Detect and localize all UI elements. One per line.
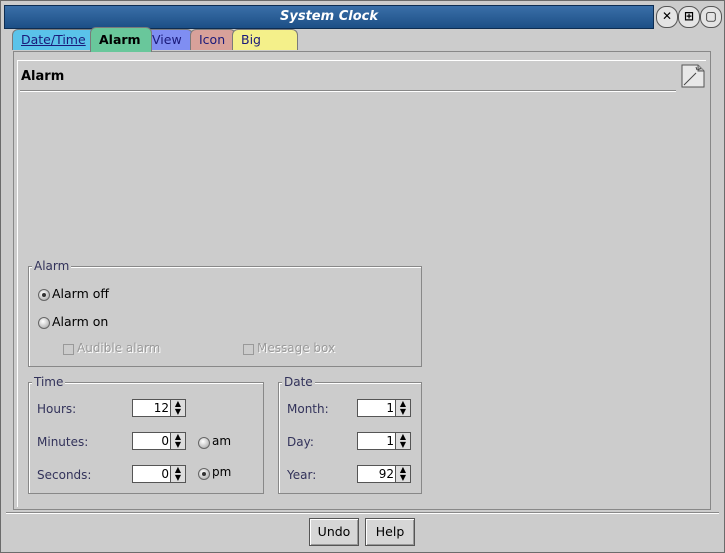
day-value: 1 <box>386 434 394 448</box>
bottom-separator <box>6 512 719 514</box>
maximize-icon[interactable]: ▢ <box>700 6 722 28</box>
message-box-checkbox[interactable] <box>243 344 254 355</box>
month-label: Month: <box>287 402 329 416</box>
audible-alarm-checkbox[interactable] <box>63 344 74 355</box>
year-spinbox[interactable]: 92 ▲ ▼ <box>357 465 411 483</box>
seconds-value: 0 <box>161 467 169 481</box>
tab-date-time[interactable]: Date/Time <box>12 29 102 50</box>
alarm-on-label[interactable]: Alarm on <box>52 314 108 329</box>
minutes-label: Minutes: <box>37 435 89 449</box>
alarm-group-legend: Alarm <box>32 259 72 273</box>
hours-value: 12 <box>153 401 169 415</box>
page-turn-icon[interactable] <box>681 64 705 88</box>
close-icon[interactable]: ✕ <box>656 6 678 28</box>
spin-arrows-icon[interactable]: ▲ ▼ <box>170 433 185 449</box>
help-button[interactable]: Help <box>365 518 415 546</box>
alarm-off-label[interactable]: Alarm off <box>52 286 109 301</box>
tab-label: Alarm <box>99 32 141 47</box>
minutes-value: 0 <box>161 434 169 448</box>
page-title: Alarm <box>21 69 65 84</box>
year-value: 92 <box>378 467 394 481</box>
day-spinbox[interactable]: 1 ▲ ▼ <box>357 432 411 450</box>
tab-label: Icon <box>199 32 226 47</box>
seconds-label: Seconds: <box>37 468 92 482</box>
minutes-spinbox[interactable]: 0 ▲ ▼ <box>132 432 186 450</box>
tab-big-icon[interactable]: Big icon <box>232 29 298 67</box>
alarm-on-radio[interactable] <box>38 317 50 329</box>
tab-label: Date/Time <box>21 32 86 47</box>
undo-button[interactable]: Undo <box>309 518 359 546</box>
window-title: System Clock <box>280 9 378 24</box>
date-group-legend: Date <box>282 375 315 389</box>
alarm-off-radio[interactable] <box>38 289 50 301</box>
spin-arrows-icon[interactable]: ▲ ▼ <box>170 466 185 482</box>
month-spinbox[interactable]: 1 ▲ ▼ <box>357 399 411 417</box>
spin-arrows-icon[interactable]: ▲ ▼ <box>395 433 410 449</box>
am-label[interactable]: am <box>212 434 231 448</box>
title-bar[interactable]: System Clock <box>4 5 654 29</box>
audible-alarm-label: Audible alarm <box>77 341 161 355</box>
pm-label[interactable]: pm <box>212 465 231 479</box>
message-box-label: Message box <box>257 341 336 355</box>
tab-label: View <box>152 32 182 47</box>
spin-arrows-icon[interactable]: ▲ ▼ <box>395 466 410 482</box>
am-radio[interactable] <box>198 437 210 449</box>
hours-spinbox[interactable]: 12 ▲ ▼ <box>132 399 186 417</box>
month-value: 1 <box>386 401 394 415</box>
time-group-legend: Time <box>32 375 66 389</box>
hours-label: Hours: <box>37 402 77 416</box>
pm-radio[interactable] <box>198 468 210 480</box>
tab-icon[interactable]: Icon <box>190 29 236 50</box>
restore-icon[interactable]: ⊞ <box>678 6 700 28</box>
spin-arrows-icon[interactable]: ▲ ▼ <box>395 400 410 416</box>
year-label: Year: <box>287 468 317 482</box>
tab-alarm[interactable]: Alarm <box>90 27 152 52</box>
spin-arrows-icon[interactable]: ▲ ▼ <box>170 400 185 416</box>
seconds-spinbox[interactable]: 0 ▲ ▼ <box>132 465 186 483</box>
day-label: Day: <box>287 435 314 449</box>
page-divider <box>20 90 676 92</box>
